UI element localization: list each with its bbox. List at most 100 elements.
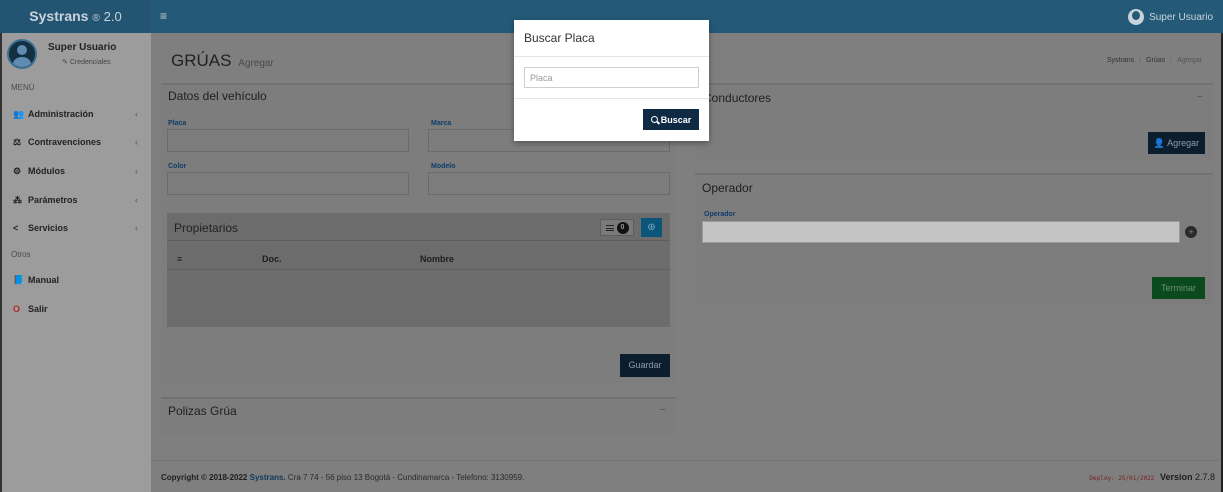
credentials-link[interactable]: ✎ Credenciales <box>62 58 111 66</box>
modal-title: Buscar Placa <box>524 31 595 45</box>
modules-icon: ⚙ <box>13 165 22 176</box>
add-conductor-label: Agregar <box>1167 138 1200 148</box>
propietarios-table-header: ≡ Doc. Nombre <box>167 251 670 270</box>
user-panel: Super Usuario ✎ Credenciales <box>0 33 151 76</box>
sidebar-item-label: Contravenciones <box>28 137 102 147</box>
page-title-text: GRÚAS <box>171 51 232 70</box>
conductores-title: Conductores <box>703 91 772 105</box>
propietarios-count-badge: 0 <box>616 221 629 234</box>
breadcrumb-home[interactable]: Systrans <box>1107 57 1134 64</box>
sidebar-item-label: Manual <box>28 275 60 285</box>
sidebar-item-label: Salir <box>28 304 48 314</box>
credentials-label: Credenciales <box>69 59 111 66</box>
search-button-label: Buscar <box>660 114 692 125</box>
brand-registered-mark: ® <box>92 13 100 24</box>
edit-icon: ✎ <box>62 59 68 66</box>
propietarios-panel: Propietarios 0 ⊕ ≡ Doc. Nombre <box>167 213 670 327</box>
menu-column-icon: ≡ <box>177 254 183 264</box>
share-icon: < <box>13 223 19 233</box>
users-icon: 👥 <box>13 108 25 119</box>
breadcrumb-gruas[interactable]: Grúas <box>1146 57 1165 64</box>
sidebar-item-label: Administración <box>28 109 94 119</box>
menu-toggle-icon[interactable]: ≡ <box>160 9 167 23</box>
search-icon <box>650 116 658 123</box>
chevron-left-icon: ‹ <box>135 195 138 205</box>
operador-title: Operador <box>702 181 753 195</box>
footer-brand-link[interactable]: Systrans. <box>250 473 286 482</box>
sitemap-icon: ⁂ <box>13 194 22 205</box>
balance-scale-icon: ⚖ <box>13 136 22 147</box>
column-doc: Doc. <box>262 254 282 264</box>
sidebar-item-salir[interactable]: O Salir <box>0 299 151 319</box>
avatar <box>7 39 37 69</box>
footer-address: Cra 7 74 - 56 piso 13 Bogotá - Cundinama… <box>287 473 525 482</box>
modelo-field[interactable] <box>428 172 670 195</box>
breadcrumb-current: Agregar <box>1177 57 1202 64</box>
propietarios-count-button[interactable]: 0 <box>600 219 634 236</box>
modelo-label: Modelo <box>431 163 456 170</box>
page-title: GRÚAS Agregar <box>171 51 274 71</box>
user-icon: 👤 <box>1153 138 1166 148</box>
brand-logo[interactable]: Systrans ® 2.0 <box>0 0 151 33</box>
polizas-panel: Polizas Grúa − <box>161 397 676 435</box>
page-subtitle: Agregar <box>238 58 274 69</box>
footer: Copyright © 2018-2022 Systrans. Cra 7 74… <box>151 460 1223 492</box>
collapse-icon[interactable]: − <box>660 404 666 416</box>
collapse-icon[interactable]: − <box>1197 91 1203 103</box>
footer-version: Deploy: 25/01/2022 Version 2.7.8 <box>1089 472 1215 482</box>
search-button[interactable]: Buscar <box>643 109 699 130</box>
operador-field[interactable] <box>702 221 1180 243</box>
breadcrumb: Systrans / Grúas / Agregar <box>1106 57 1202 64</box>
sidebar-item-administracion[interactable]: 👥 Administración ‹ <box>0 104 151 124</box>
plus-circle-icon[interactable]: + <box>1185 226 1197 238</box>
sidebar-user-name: Super Usuario <box>48 42 117 53</box>
modal-footer-divider <box>514 98 709 99</box>
placa-label: Placa <box>168 120 187 127</box>
placa-field[interactable] <box>167 129 409 152</box>
brand-version: 2.0 <box>103 9 122 24</box>
brand-name: Systrans <box>29 8 89 24</box>
sidebar-item-servicios[interactable]: < Servicios ‹ <box>0 218 151 238</box>
plus-circle-icon: ⊕ <box>647 222 656 233</box>
copyright-text: Copyright © 2018-2022 <box>161 473 248 482</box>
chevron-left-icon: ‹ <box>135 109 138 119</box>
color-field[interactable] <box>167 172 409 195</box>
propietarios-title: Propietarios <box>174 221 239 235</box>
sidebar-item-contravenciones[interactable]: ⚖ Contravenciones ‹ <box>0 132 151 152</box>
add-propietario-button[interactable]: ⊕ <box>641 218 662 237</box>
left-edge-divider <box>0 33 2 492</box>
power-icon: O <box>13 304 21 314</box>
finish-button[interactable]: Terminar <box>1152 277 1205 299</box>
sidebar-item-modulos[interactable]: ⚙ Módulos ‹ <box>0 161 151 181</box>
search-plate-modal: Buscar Placa Buscar <box>514 20 709 141</box>
top-user-name: Super Usuario <box>1149 11 1213 23</box>
chevron-left-icon: ‹ <box>135 223 138 233</box>
book-icon: 📘 <box>13 274 25 285</box>
modal-header: Buscar Placa <box>514 20 709 57</box>
add-conductor-button[interactable]: 👤 Agregar <box>1148 132 1205 154</box>
operador-panel: Operador Operador + Terminar <box>695 173 1213 305</box>
chevron-left-icon: ‹ <box>135 166 138 176</box>
menu-header: MENÚ <box>11 83 35 92</box>
version-number: 2.7.8 <box>1194 472 1215 482</box>
deploy-date: Deploy: 25/01/2022 <box>1089 475 1155 482</box>
chevron-left-icon: ‹ <box>135 137 138 147</box>
polizas-title: Polizas Grúa <box>168 404 237 418</box>
save-button[interactable]: Guardar <box>620 354 670 377</box>
list-icon <box>605 224 614 231</box>
user-avatar-icon <box>1128 9 1145 25</box>
sidebar-item-manual[interactable]: 📘 Manual <box>0 270 151 290</box>
sidebar-item-label: Servicios <box>28 223 69 233</box>
sidebar-item-label: Parámetros <box>28 195 78 205</box>
color-label: Color <box>168 163 187 170</box>
footer-copyright: Copyright © 2018-2022 Systrans. Cra 7 74… <box>161 473 524 482</box>
plate-search-input[interactable] <box>524 67 699 88</box>
sidebar-item-label: Módulos <box>28 166 65 176</box>
user-menu[interactable]: Super Usuario <box>1128 9 1213 25</box>
version-label: Version <box>1159 472 1193 482</box>
marca-label: Marca <box>431 120 452 127</box>
propietarios-header: Propietarios 0 ⊕ <box>167 213 670 241</box>
operador-label: Operador <box>704 211 736 218</box>
sidebar: Super Usuario ✎ Credenciales MENÚ 👥 Admi… <box>0 33 151 492</box>
sidebar-item-parametros[interactable]: ⁂ Parámetros ‹ <box>0 190 151 210</box>
